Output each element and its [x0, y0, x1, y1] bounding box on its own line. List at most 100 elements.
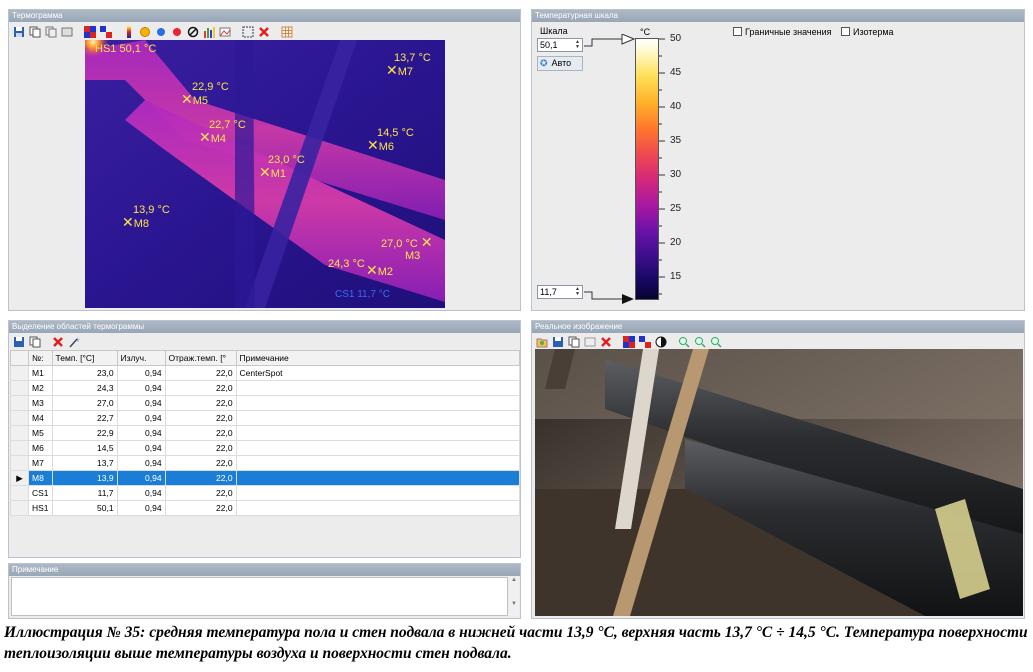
cell-reflected-temp[interactable]: 22,0	[164, 395, 237, 411]
palette2-icon[interactable]	[98, 25, 113, 40]
cell-reflected-temp[interactable]: 22,0	[164, 365, 237, 381]
save-icon[interactable]	[11, 25, 26, 40]
cell-emissivity[interactable]: 0,94	[116, 365, 166, 381]
row-selector[interactable]	[10, 455, 29, 471]
select-icon[interactable]	[240, 25, 255, 40]
checkbox-box[interactable]	[733, 27, 742, 36]
cell-reflected-temp[interactable]: 22,0	[164, 380, 237, 396]
gradient-icon[interactable]	[217, 25, 232, 40]
open-icon[interactable]	[534, 335, 549, 350]
cell-note[interactable]: CenterSpot	[235, 365, 520, 381]
cell-emissivity[interactable]: 0,94	[116, 410, 166, 426]
scale-max-input[interactable]: 50,1 ▲ ▼	[537, 38, 583, 52]
boundary-checkbox[interactable]: Граничные значения	[733, 27, 831, 37]
color-scale-bar[interactable]	[635, 38, 659, 300]
isotherm-checkbox[interactable]: Изотерма	[841, 27, 894, 37]
column-header[interactable]: №:	[28, 350, 53, 366]
cell-emissivity[interactable]: 0,94	[116, 470, 166, 486]
auto-button[interactable]: ✪ Авто	[537, 56, 583, 71]
cell-note[interactable]	[235, 485, 520, 501]
table-row[interactable]: M6 14,5 0,94 22,0	[10, 440, 520, 456]
scale-icon[interactable]	[121, 25, 136, 40]
copy2-icon[interactable]	[43, 25, 58, 40]
cell-number[interactable]: CS1	[28, 485, 53, 501]
row-selector[interactable]	[10, 485, 29, 501]
bars-icon[interactable]	[201, 25, 216, 40]
cell-reflected-temp[interactable]: 22,0	[164, 455, 237, 471]
cell-reflected-temp[interactable]: 22,0	[164, 470, 237, 486]
zoom-fit-icon[interactable]	[708, 335, 723, 350]
note-scrollbar[interactable]: ▲ ▼	[509, 577, 519, 616]
cell-temp[interactable]: 13,9	[51, 470, 118, 486]
cell-number[interactable]: M1	[28, 365, 53, 381]
cell-temp[interactable]: 22,7	[51, 410, 118, 426]
row-selector[interactable]	[10, 395, 29, 411]
marker-m2[interactable]: 24,3 °C ✕M2	[328, 258, 393, 278]
marker-hs1[interactable]: HS1 50,1 °C	[95, 43, 156, 55]
delete-icon[interactable]	[256, 25, 271, 40]
cell-emissivity[interactable]: 0,94	[116, 440, 166, 456]
table-row[interactable]: M7 13,7 0,94 22,0	[10, 455, 520, 471]
delete-icon[interactable]	[50, 335, 65, 350]
cell-reflected-temp[interactable]: 22,0	[164, 485, 237, 501]
red-dot-icon[interactable]	[169, 25, 184, 40]
cell-note[interactable]	[235, 500, 520, 516]
spinner-icon[interactable]: ▲ ▼	[574, 40, 581, 50]
blue-dot-icon[interactable]	[153, 25, 168, 40]
palette-icon[interactable]	[621, 335, 636, 350]
table-row[interactable]: CS1 11,7 0,94 22,0	[10, 485, 520, 501]
cell-reflected-temp[interactable]: 22,0	[164, 440, 237, 456]
zoom-in-icon[interactable]	[676, 335, 691, 350]
cell-temp[interactable]: 14,5	[51, 440, 118, 456]
cell-number[interactable]: HS1	[28, 500, 53, 516]
cell-number[interactable]: M2	[28, 380, 53, 396]
marker-m1[interactable]: 23,0 °C ✕M1	[259, 154, 305, 180]
cell-emissivity[interactable]: 0,94	[116, 425, 166, 441]
no-icon[interactable]	[185, 25, 200, 40]
palette-icon[interactable]	[82, 25, 97, 40]
spinner-icon[interactable]: ▲ ▼	[574, 287, 581, 297]
cell-number[interactable]: M8	[28, 470, 53, 486]
table-row-selected[interactable]: ▶ M8 13,9 0,94 22,0	[10, 470, 520, 486]
cell-temp[interactable]: 23,0	[51, 365, 118, 381]
real-photo[interactable]	[535, 349, 1023, 616]
wand-icon[interactable]	[66, 335, 81, 350]
grid-icon[interactable]	[279, 25, 294, 40]
marker-cs1[interactable]: CS1 11,7 °C	[335, 289, 390, 301]
delete-icon[interactable]	[598, 335, 613, 350]
copy2-icon[interactable]	[582, 335, 597, 350]
table-row[interactable]: M4 22,7 0,94 22,0	[10, 410, 520, 426]
cell-note[interactable]	[235, 395, 520, 411]
copy-icon[interactable]	[27, 335, 42, 350]
column-header[interactable]: Примечание	[235, 350, 520, 366]
note-textarea[interactable]	[11, 577, 508, 616]
cell-emissivity[interactable]: 0,94	[116, 380, 166, 396]
cell-note[interactable]	[235, 425, 520, 441]
row-selector-current-icon[interactable]: ▶	[10, 470, 29, 486]
cell-number[interactable]: M7	[28, 455, 53, 471]
sun-icon[interactable]	[137, 25, 152, 40]
cell-temp[interactable]: 50,1	[51, 500, 118, 516]
cell-note[interactable]	[235, 470, 520, 486]
zoom-out-icon[interactable]	[692, 335, 707, 350]
cell-temp[interactable]: 24,3	[51, 380, 118, 396]
cell-temp[interactable]: 22,9	[51, 425, 118, 441]
table-row[interactable]: HS1 50,1 0,94 22,0	[10, 500, 520, 516]
row-selector[interactable]	[10, 365, 29, 381]
cell-note[interactable]	[235, 410, 520, 426]
cell-note[interactable]	[235, 455, 520, 471]
marker-m8[interactable]: 13,9 °C ✕M8	[122, 204, 170, 230]
column-header[interactable]: Темп. [°C]	[51, 350, 118, 366]
contrast-icon[interactable]	[653, 335, 668, 350]
cell-number[interactable]: M5	[28, 425, 53, 441]
copy-icon[interactable]	[27, 25, 42, 40]
column-header[interactable]: Излуч.	[116, 350, 166, 366]
table-row[interactable]: M5 22,9 0,94 22,0	[10, 425, 520, 441]
palette2-icon[interactable]	[637, 335, 652, 350]
regions-table[interactable]: №: Темп. [°C] Излуч. Отраж.темп. [° Прим…	[10, 350, 520, 516]
marker-m6[interactable]: 14,5 °C ✕M6	[367, 127, 414, 153]
row-selector[interactable]	[10, 410, 29, 426]
column-header[interactable]: Отраж.темп. [°	[164, 350, 237, 366]
cell-emissivity[interactable]: 0,94	[116, 395, 166, 411]
checkbox-box[interactable]	[841, 27, 850, 36]
